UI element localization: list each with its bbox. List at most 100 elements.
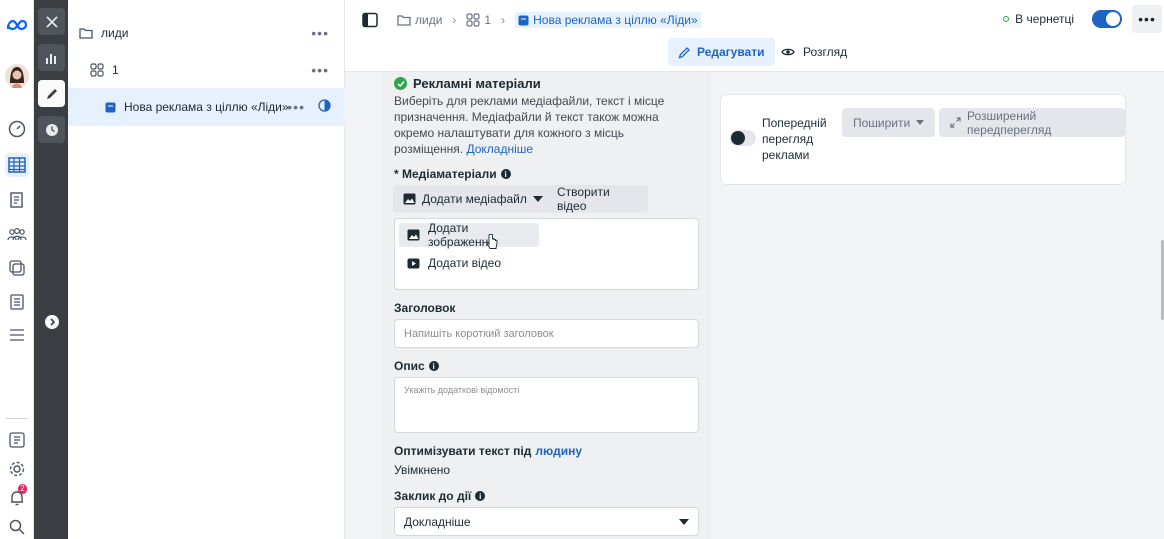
top-bar: лиди › 1 › Нова реклама з ціллю «Ліди» В… — [345, 0, 1164, 72]
description-placeholder: Укажіть додаткові відомості — [404, 385, 520, 395]
create-video-button[interactable]: Створити відео — [547, 185, 648, 213]
breadcrumb-ad-icon — [518, 15, 529, 26]
pencil-icon[interactable] — [38, 80, 65, 107]
half-circle-status-icon[interactable] — [318, 99, 331, 115]
rail-divider — [6, 418, 28, 419]
breadcrumb-chevron-icon: › — [501, 13, 506, 27]
description-textarea[interactable]: Укажіть додаткові відомості — [394, 377, 699, 433]
menu-item-add-video[interactable]: Додати відео — [399, 251, 509, 275]
chevron-down-icon — [679, 518, 689, 525]
billing-icon[interactable] — [5, 290, 29, 314]
breadcrumb-folder-icon — [397, 14, 411, 26]
tree-adset-more-icon[interactable]: ••• — [311, 62, 329, 78]
media-label-text: * Медіаматеріали — [394, 167, 497, 181]
creative-section-title: Рекламні матеріали — [394, 76, 541, 91]
mouse-cursor-icon — [486, 234, 498, 250]
creative-description: Виберіть для реклами медіафайли, текст і… — [394, 93, 694, 157]
history-clock-icon[interactable] — [38, 116, 65, 143]
chevron-down-icon — [532, 196, 543, 202]
check-circle-icon — [394, 77, 407, 90]
preview-toggle[interactable] — [730, 130, 756, 146]
add-media-label: Додати медіафайл — [422, 192, 527, 206]
audience-icon[interactable] — [5, 222, 29, 246]
headline-label: Заголовок — [394, 301, 456, 315]
ad-creative-editor: Рекламні матеріали Виберіть для реклами … — [381, 72, 711, 539]
breadcrumb-chevron-icon: › — [452, 13, 457, 27]
media-library-icon[interactable] — [5, 256, 29, 280]
optimize-text-label: Оптимізувати текст під людину — [394, 444, 582, 458]
search-icon[interactable] — [5, 515, 29, 539]
tree-ad-label: Нова реклама з ціллю «Ліди» — [124, 100, 289, 114]
preview-label: Попередній перегляд реклами — [762, 116, 827, 162]
cta-select[interactable]: Докладніше — [394, 507, 699, 536]
cta-value: Докладніше — [404, 514, 471, 529]
tree-campaign-more-icon[interactable]: ••• — [311, 25, 329, 41]
edit-mode-tab[interactable]: Редагувати — [668, 38, 775, 66]
image-icon — [407, 229, 420, 241]
cta-label: Заклик до дії i — [394, 489, 486, 503]
ad-icon — [105, 102, 116, 113]
add-media-button[interactable]: Додати медіафайл — [393, 185, 553, 213]
video-play-icon — [407, 258, 420, 269]
reports-icon[interactable] — [5, 428, 29, 452]
creative-title-label: Рекламні матеріали — [413, 76, 541, 91]
avatar[interactable] — [3, 62, 31, 90]
breadcrumb-adset[interactable]: 1 — [484, 13, 491, 27]
add-video-label: Додати відео — [428, 256, 502, 270]
add-image-label: Додати зображення — [428, 221, 495, 249]
chevron-down-icon — [916, 120, 925, 125]
draft-status: В чернетці — [1003, 12, 1074, 26]
tree-adset[interactable]: 1 ••• — [68, 59, 345, 81]
pencil-outline-icon — [678, 46, 691, 59]
expand-chevron-icon[interactable] — [38, 308, 65, 335]
tree-campaign-label: лиди — [101, 26, 129, 40]
advanced-preview-label: Розширений передперегляд — [967, 108, 1052, 137]
add-media-menu: Додати зображення Додати відео — [394, 218, 699, 290]
cta-label-text: Заклик до дії — [394, 489, 472, 503]
meta-logo-icon[interactable] — [5, 13, 29, 37]
settings-gear-icon[interactable] — [5, 457, 29, 481]
close-icon[interactable] — [38, 8, 65, 35]
tree-ad[interactable]: Нова реклама з ціллю «Ліди» ••• — [68, 88, 345, 126]
adset-grid-icon — [90, 63, 104, 77]
review-mode-label: Розгляд — [803, 45, 848, 59]
info-icon[interactable]: i — [500, 169, 511, 179]
breadcrumb-ad[interactable]: Нова реклама з ціллю «Ліди» — [515, 12, 701, 28]
panel-toggle-icon[interactable] — [359, 9, 381, 31]
chart-icon[interactable] — [38, 44, 65, 71]
image-icon — [403, 193, 416, 205]
info-icon[interactable]: i — [475, 491, 486, 501]
info-icon[interactable]: i — [428, 361, 439, 371]
pages-icon[interactable] — [5, 188, 29, 212]
advanced-preview-button[interactable]: Розширений передперегляд — [939, 108, 1125, 137]
share-label: Поширити — [853, 115, 911, 130]
description-label: Опис i — [394, 359, 439, 373]
notifications-badge: 2 — [18, 484, 27, 494]
breadcrumb-campaign[interactable]: лиди — [415, 13, 442, 27]
table-icon[interactable] — [5, 153, 29, 177]
share-button[interactable]: Поширити — [842, 108, 936, 137]
campaign-tree: лиди ••• 1 ••• Нова реклама з ціллю «Лід… — [68, 0, 345, 539]
left-rail: 2 — [0, 0, 34, 539]
tree-campaign[interactable]: лиди ••• — [68, 22, 345, 44]
tree-adset-label: 1 — [112, 63, 119, 77]
media-label: * Медіаматеріали i — [394, 167, 511, 181]
optimize-text-label-text: Оптимізувати текст під — [394, 444, 532, 458]
eye-icon — [781, 47, 795, 57]
optimize-text-link[interactable]: людину — [535, 444, 582, 458]
tree-ad-more-icon[interactable]: ••• — [287, 99, 305, 115]
learn-more-link[interactable]: Докладніше — [466, 142, 533, 156]
draft-status-label: В чернетці — [1015, 12, 1074, 26]
menu-item-add-image[interactable]: Додати зображення — [399, 221, 539, 249]
gauge-icon[interactable] — [5, 117, 29, 141]
create-video-label: Створити відео — [557, 185, 610, 213]
breadcrumb-adset-icon — [466, 13, 481, 27]
breadcrumb: лиди › 1 › Нова реклама з ціллю «Ліди» — [397, 11, 701, 29]
expand-icon — [950, 117, 961, 128]
headline-input[interactable]: Напишіть короткий заголовок — [394, 319, 699, 348]
notifications-bell-icon[interactable]: 2 — [5, 484, 29, 510]
more-options-button[interactable]: ••• — [1132, 5, 1162, 33]
review-mode-tab[interactable]: Розгляд — [779, 38, 849, 66]
publish-toggle[interactable] — [1092, 10, 1122, 28]
menu-icon[interactable] — [5, 323, 29, 347]
